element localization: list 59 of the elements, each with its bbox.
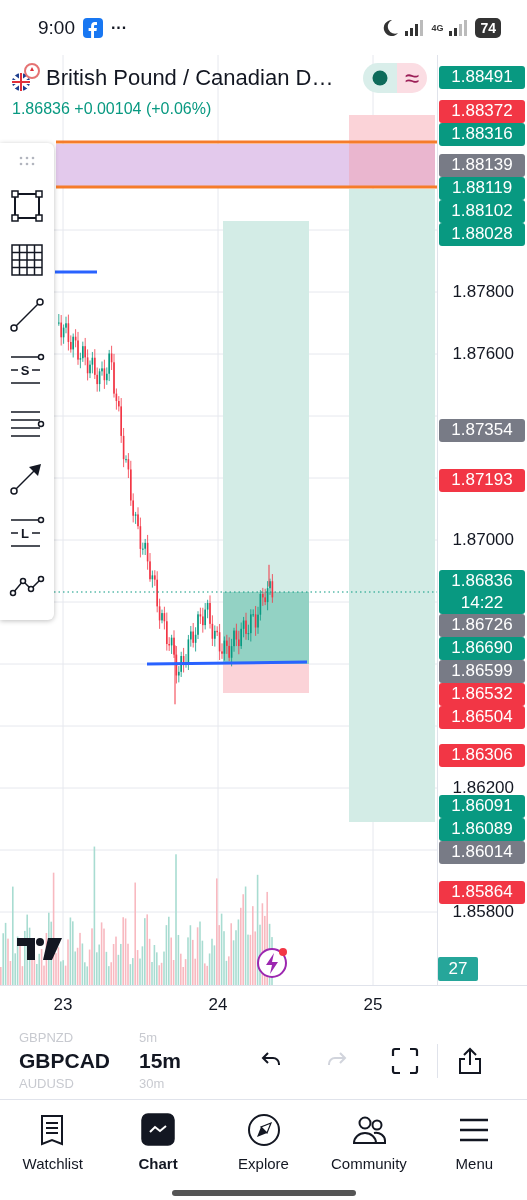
price-label: 1.86726 bbox=[439, 613, 525, 637]
nav-tab[interactable]: Explore bbox=[210, 1106, 317, 1178]
nav-tab[interactable]: Watchlist bbox=[0, 1106, 106, 1178]
trend-line-icon[interactable] bbox=[10, 298, 44, 332]
arrow-icon[interactable] bbox=[10, 461, 44, 495]
tradingview-logo bbox=[17, 938, 62, 960]
price-tick: 1.87800 bbox=[452, 283, 514, 301]
network-type: 4G bbox=[431, 22, 444, 33]
nav-tab[interactable]: Community bbox=[316, 1106, 422, 1178]
price-label: 1.86690 bbox=[439, 636, 525, 660]
price-label: 1.86504 bbox=[439, 705, 525, 729]
signal-icon bbox=[449, 19, 470, 36]
price-change: 1.86836 +0.00104 (+0.06%) bbox=[12, 100, 212, 118]
status-dot-icon bbox=[372, 70, 388, 86]
price-label: 1.86306 bbox=[439, 743, 525, 767]
currency-flags-icon bbox=[10, 63, 40, 93]
price-label: 1.88372 bbox=[439, 100, 525, 124]
price-tick: 1.85800 bbox=[452, 903, 514, 921]
price-label: 1.86836 14:22 bbox=[439, 569, 525, 614]
time-label: 23 bbox=[53, 995, 73, 1015]
price-tick: 1.87600 bbox=[452, 345, 514, 363]
compass-icon bbox=[246, 1112, 281, 1147]
nav-tab[interactable]: Chart bbox=[105, 1106, 211, 1178]
price-label: 1.86089 bbox=[439, 818, 525, 842]
price-label: 1.88119 bbox=[439, 176, 525, 200]
volume-label: 27 bbox=[438, 957, 478, 981]
price-label: 1.88139 bbox=[439, 153, 525, 177]
price-label: 1.87354 bbox=[439, 418, 525, 442]
price-label: 1.86091 bbox=[439, 795, 525, 819]
symbol-option[interactable]: GBPCAD bbox=[19, 1045, 139, 1076]
share-icon bbox=[456, 1046, 484, 1075]
app-notification-icon bbox=[83, 17, 103, 38]
rectangle-icon[interactable] bbox=[11, 190, 43, 222]
lightning-icon[interactable] bbox=[257, 948, 287, 978]
price-label: 1.86014 bbox=[439, 841, 525, 865]
time-label: 24 bbox=[208, 995, 228, 1015]
clock-time: 9:00 bbox=[38, 16, 75, 39]
fullscreen-icon bbox=[391, 1046, 419, 1075]
time-label: 25 bbox=[363, 995, 383, 1015]
battery-level: 74 bbox=[475, 17, 501, 38]
signal-icon bbox=[405, 19, 426, 36]
grid-icon[interactable] bbox=[10, 243, 44, 277]
symbol-title[interactable]: British Pound / Canadian D… bbox=[46, 65, 334, 91]
price-tick: 1.86200 bbox=[452, 779, 514, 797]
price-label: 1.86532 bbox=[439, 682, 525, 706]
price-label: 1.88491 bbox=[439, 66, 525, 90]
price-label: 1.88028 bbox=[439, 222, 525, 246]
horizontal-lines-icon[interactable] bbox=[9, 408, 45, 440]
more-notifications: ··· bbox=[111, 18, 127, 37]
horizontal-line[interactable] bbox=[146, 660, 308, 666]
chart-icon bbox=[141, 1112, 176, 1147]
price-label: 1.87193 bbox=[439, 468, 525, 492]
price-label: 1.85864 bbox=[439, 880, 525, 904]
nav-tab[interactable]: Menu bbox=[421, 1106, 527, 1178]
price-label: 1.88102 bbox=[439, 199, 525, 223]
price-tick: 1.87000 bbox=[452, 531, 514, 549]
interval-option[interactable]: 15m bbox=[139, 1045, 182, 1076]
price-label: 1.86599 bbox=[439, 659, 525, 683]
price-label: 1.88316 bbox=[439, 123, 525, 147]
